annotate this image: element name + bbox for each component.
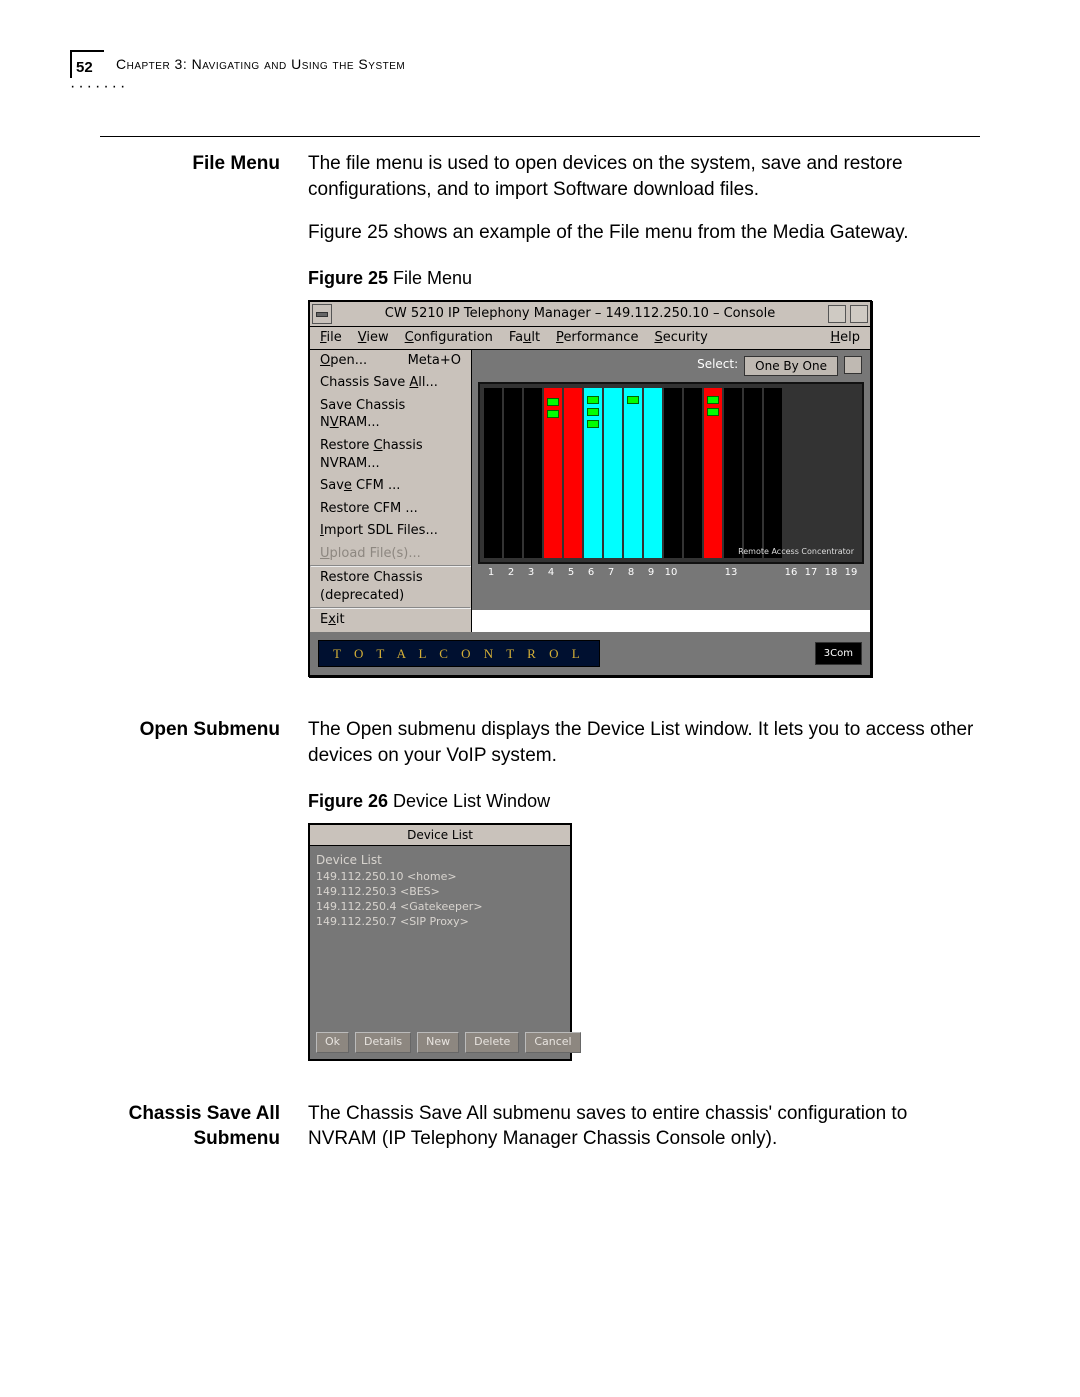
file-dropdown-menu: Open...Meta+O Chassis Save All... Save C… [310, 350, 472, 632]
ok-button[interactable]: Ok [316, 1032, 349, 1053]
chassis-slot[interactable] [624, 388, 642, 558]
device-item[interactable]: 149.112.250.3 <BES> [316, 885, 564, 900]
chassis-slot[interactable] [604, 388, 622, 558]
new-button[interactable]: New [417, 1032, 459, 1053]
section-label: File Menu [100, 151, 280, 677]
chassis-slot[interactable] [644, 388, 662, 558]
section-rule [100, 136, 980, 137]
chassis-slot[interactable] [684, 388, 702, 558]
device-list-window: Device List Device List 149.112.250.10 <… [308, 823, 572, 1061]
section-open-submenu: Open Submenu The Open submenu displays t… [100, 717, 980, 1060]
accelerator: Meta+O [408, 352, 461, 370]
chassis-slot[interactable] [724, 388, 742, 558]
system-menu-icon[interactable] [312, 304, 332, 324]
section-body: The Open submenu displays the Device Lis… [308, 717, 980, 1060]
window-titlebar: Device List [310, 825, 570, 846]
minimize-button[interactable] [828, 305, 846, 323]
select-row: Select: One By One [472, 350, 870, 382]
menu-help[interactable]: Help [830, 329, 860, 347]
window-title: Device List [310, 825, 570, 845]
header-dots: ······· [70, 78, 980, 96]
chassis-slot[interactable] [544, 388, 562, 558]
section-body: The Chassis Save All submenu saves to en… [308, 1101, 980, 1152]
menu-bar: File View Configuration Fault Performanc… [310, 327, 870, 350]
window-client-area: Open...Meta+O Chassis Save All... Save C… [310, 350, 870, 632]
menu-item-restore-cfm[interactable]: Restore CFM ... [310, 498, 471, 521]
menu-item-save-nvram[interactable]: Save Chassis NVRAM... [310, 395, 471, 435]
chassis-pane: Select: One By One [472, 350, 870, 610]
chassis-slot[interactable] [744, 388, 762, 558]
section-chassis-save-all: Chassis Save All Submenu The Chassis Sav… [100, 1101, 980, 1152]
figure-title: Device List Window [388, 791, 550, 811]
delete-button[interactable]: Delete [465, 1032, 519, 1053]
console-footer: T O T A L C O N T R O L 3Com [310, 632, 870, 676]
figure-caption: Figure 26 Device List Window [308, 789, 980, 813]
menu-item-import-sdl[interactable]: Import SDL Files... [310, 520, 471, 543]
figure-caption: Figure 25 File Menu [308, 266, 980, 290]
menu-item-upload-files: Upload File(s)... [310, 543, 471, 566]
menu-item-save-cfm[interactable]: Save CFM ... [310, 475, 471, 498]
console-window: CW 5210 IP Telephony Manager – 149.112.2… [308, 300, 872, 677]
page-number: 52 [76, 59, 93, 76]
maximize-button[interactable] [850, 305, 868, 323]
menu-item-restore-deprecated[interactable]: Restore Chassis (deprecated) [310, 567, 471, 607]
section-file-menu: File Menu The file menu is used to open … [100, 151, 980, 677]
document-page: 52 Chapter 3: Navigating and Using the S… [0, 0, 1080, 1397]
chassis-slot[interactable] [524, 388, 542, 558]
device-item[interactable]: 149.112.250.7 <SIP Proxy> [316, 915, 564, 930]
window-titlebar: CW 5210 IP Telephony Manager – 149.112.2… [310, 302, 870, 327]
menu-item-restore-nvram[interactable]: Restore Chassis NVRAM... [310, 435, 471, 475]
page-header: 52 Chapter 3: Navigating and Using the S… [70, 50, 980, 78]
paragraph: Figure 25 shows an example of the File m… [308, 220, 980, 246]
dropdown-arrow-icon[interactable] [844, 356, 862, 374]
chassis-slot[interactable] [564, 388, 582, 558]
menu-fault[interactable]: Fault [509, 329, 540, 347]
window-title: CW 5210 IP Telephony Manager – 149.112.2… [334, 303, 826, 325]
device-item[interactable]: 149.112.250.4 <Gatekeeper> [316, 900, 564, 915]
chassis-slot[interactable] [504, 388, 522, 558]
chassis-slot[interactable] [584, 388, 602, 558]
chassis-rack[interactable]: Remote Access Concentrator [478, 382, 864, 564]
select-label: Select: [697, 356, 738, 376]
slot-numbers-row: 123456789101316171819 [472, 564, 870, 582]
menu-item-exit[interactable]: Exit [310, 609, 471, 632]
device-list-header: Device List [316, 852, 564, 868]
chassis-slot[interactable] [764, 388, 782, 558]
menu-configuration[interactable]: Configuration [405, 329, 493, 347]
rac-label: Remote Access Concentrator [738, 547, 854, 558]
paragraph: The Chassis Save All submenu saves to en… [308, 1101, 980, 1152]
menu-security[interactable]: Security [654, 329, 707, 347]
chassis-slot[interactable] [664, 388, 682, 558]
button-row: Ok Details New Delete Cancel [310, 1026, 570, 1059]
paragraph: The Open submenu displays the Device Lis… [308, 717, 980, 768]
device-item[interactable]: 149.112.250.10 <home> [316, 870, 564, 885]
section-body: The file menu is used to open devices on… [308, 151, 980, 677]
chapter-title: Chapter 3: Navigating and Using the Syst… [116, 56, 405, 72]
chassis-slot[interactable] [484, 388, 502, 558]
figure-title: File Menu [388, 268, 472, 288]
menu-file[interactable]: File [320, 329, 342, 347]
section-label: Open Submenu [100, 717, 280, 1060]
device-list-body: Device List 149.112.250.10 <home> 149.11… [310, 846, 570, 1026]
section-label: Chassis Save All Submenu [100, 1101, 280, 1152]
menu-performance[interactable]: Performance [556, 329, 638, 347]
figure-number: Figure 26 [308, 791, 388, 811]
figure-number: Figure 25 [308, 268, 388, 288]
details-button[interactable]: Details [355, 1032, 411, 1053]
cancel-button[interactable]: Cancel [525, 1032, 580, 1053]
page-number-box: 52 [70, 50, 104, 78]
select-dropdown[interactable]: One By One [744, 356, 838, 376]
total-control-brand: T O T A L C O N T R O L [318, 640, 600, 668]
menu-item-open[interactable]: Open...Meta+O [310, 350, 471, 373]
menu-item-chassis-save-all[interactable]: Chassis Save All... [310, 372, 471, 395]
menu-view[interactable]: View [358, 329, 389, 347]
paragraph: The file menu is used to open devices on… [308, 151, 980, 202]
3com-logo: 3Com [815, 642, 862, 666]
chassis-slot[interactable] [704, 388, 722, 558]
